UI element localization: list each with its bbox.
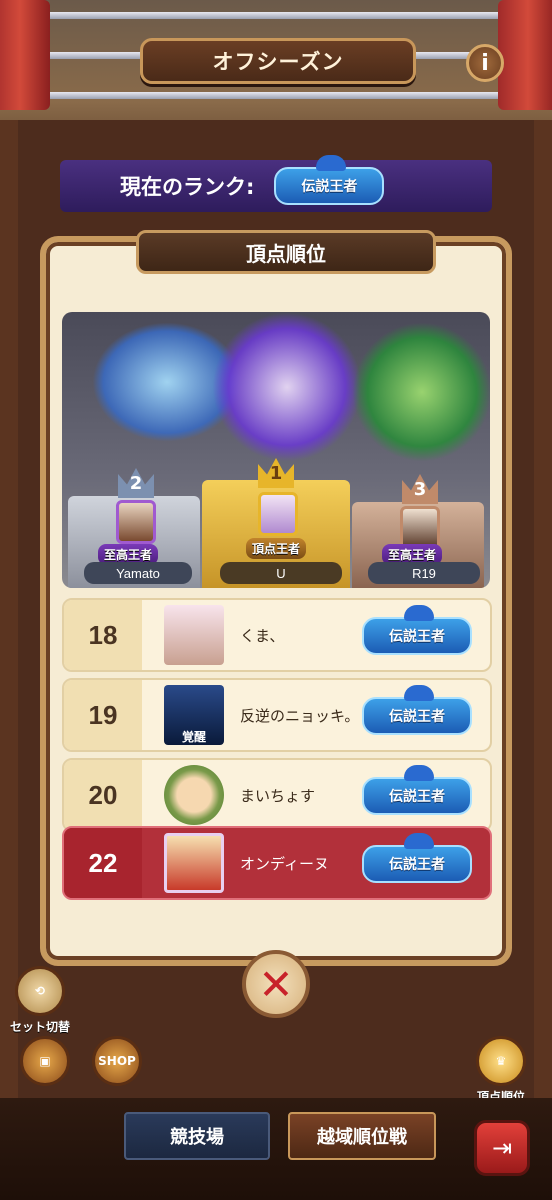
ring-post-right <box>498 0 552 110</box>
top-player-name[interactable]: U <box>220 562 342 584</box>
player-name: まいちょす <box>240 786 316 805</box>
hero-art <box>352 322 490 462</box>
close-icon: ✕ <box>258 959 294 1009</box>
tier-label: 伝説王者 <box>389 789 445 805</box>
avatar[interactable] <box>164 833 224 893</box>
podium: 2 1 3 至高王者 頂点王者 至高王者 Yamato U R19 <box>62 312 490 588</box>
rank-number: 18 <box>64 600 142 670</box>
helmet-icon <box>316 155 347 171</box>
panel-title: 頂点順位 <box>136 230 436 274</box>
top-player-name[interactable]: Yamato <box>84 562 192 584</box>
swap-icon: ⟲ <box>15 966 65 1016</box>
tier-badge: 伝説王者 <box>362 685 472 735</box>
list-item[interactable]: 18 くま、 伝説王者 <box>62 598 492 672</box>
rank-number: 20 <box>64 760 142 830</box>
rank-number: 22 <box>64 828 142 898</box>
helmet-icon <box>404 765 434 781</box>
player-name: 反逆のニョッキ。 <box>240 706 360 725</box>
rank-number: 19 <box>64 680 142 750</box>
avatar[interactable] <box>164 605 224 665</box>
tier-label: 伝説王者 <box>389 629 445 645</box>
top-player-name[interactable]: R19 <box>368 562 480 584</box>
crown-icon: 2 <box>118 468 154 498</box>
treasure-chest-icon: ▣ <box>20 1036 70 1086</box>
list-item-self[interactable]: 22 オンディーヌ 伝説王者 <box>62 826 492 900</box>
list-item[interactable]: 19 覚醒 反逆のニョッキ。 伝説王者 <box>62 678 492 752</box>
top-player-title: 頂点王者 <box>246 538 307 559</box>
helmet-icon <box>404 605 434 621</box>
exit-icon: ⇥ <box>491 1134 513 1162</box>
crown-icon: 3 <box>402 474 438 504</box>
tier-badge: 伝説王者 <box>362 833 472 883</box>
helmet-icon <box>404 685 434 701</box>
tier-badge: 伝説王者 <box>362 605 472 655</box>
trophy-icon: ♛ <box>476 1036 526 1086</box>
avatar[interactable] <box>116 500 156 544</box>
avatar[interactable] <box>258 492 298 536</box>
current-rank-label: 現在のランク: <box>120 175 255 199</box>
crown-icon: 1 <box>258 458 294 488</box>
close-button[interactable]: ✕ <box>242 950 310 1018</box>
avatar[interactable]: 覚醒 <box>164 685 224 745</box>
hero-art <box>212 312 362 462</box>
player-name: オンディーヌ <box>240 854 329 873</box>
avatar[interactable] <box>164 765 224 825</box>
shop-icon: SHOP <box>92 1036 142 1086</box>
avatar-caption: 覚醒 <box>181 730 206 744</box>
list-item[interactable]: 20 まいちょす 伝説王者 <box>62 758 492 832</box>
player-name: くま、 <box>240 626 285 645</box>
bottom-nav <box>0 1098 552 1200</box>
ring-rope <box>0 92 552 99</box>
treasure-button[interactable]: ▣ <box>20 1036 70 1086</box>
tier-label: 伝説王者 <box>389 709 445 725</box>
current-rank-badge: 伝説王者 <box>274 155 385 205</box>
current-rank-banner: 現在のランク: 伝説王者 <box>60 155 492 212</box>
info-icon[interactable]: i <box>466 44 504 82</box>
ring-rope <box>0 12 552 19</box>
tier-badge: 伝説王者 <box>362 765 472 815</box>
set-switch-label: セット切替 <box>10 1020 71 1034</box>
tab-arena[interactable]: 競技場 <box>124 1112 270 1160</box>
helmet-icon <box>404 833 434 849</box>
exit-button[interactable]: ⇥ <box>474 1120 530 1176</box>
current-rank-value: 伝説王者 <box>301 179 358 195</box>
page-title: オフシーズン <box>140 38 416 84</box>
set-switch-button[interactable]: ⟲ セット切替 <box>10 966 70 1035</box>
apex-rank-button[interactable]: ♛ 頂点順位 <box>476 1036 526 1105</box>
shop-button[interactable]: SHOP <box>92 1036 142 1086</box>
ring-post-left <box>0 0 50 110</box>
tab-cross-rank[interactable]: 越域順位戦 <box>288 1112 436 1160</box>
tier-label: 伝説王者 <box>389 857 445 873</box>
